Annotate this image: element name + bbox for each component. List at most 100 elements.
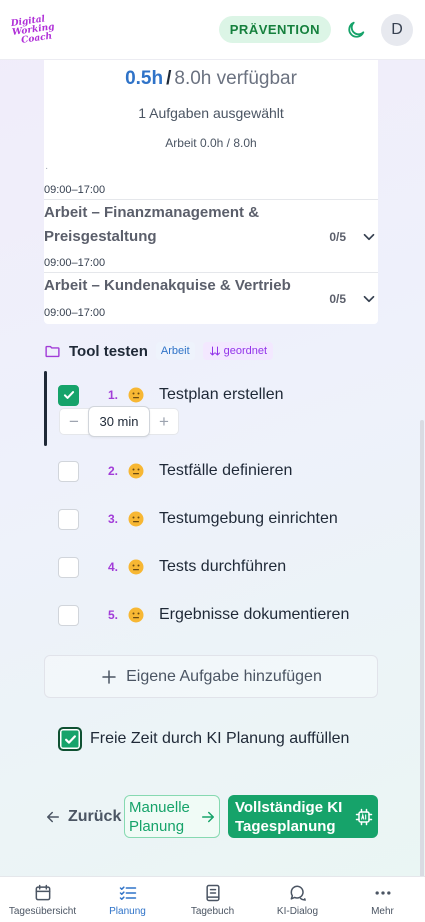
nav-item-ki-dialog[interactable]: KI-Dialog (255, 877, 340, 922)
category-tag: Arbeit (155, 342, 195, 360)
sort-tag[interactable]: geordnet (202, 342, 274, 360)
neutral-face-icon (128, 559, 144, 575)
task-item[interactable]: 4. Tests durchführen (58, 555, 286, 579)
task-label: Ergebnisse dokumentieren (159, 606, 350, 623)
available-hours: 8.0h verfügbar (174, 68, 297, 89)
book-icon (205, 884, 220, 902)
sort-icon (209, 346, 220, 356)
block-time: 09:00–17:00 (44, 184, 106, 196)
hours-separator: / (166, 68, 172, 89)
task-item[interactable]: 3. Testumgebung einrichten (58, 507, 338, 531)
app-header: Digital Working Coach PRÄVENTION D (0, 0, 425, 60)
task-number: 5. (107, 608, 118, 622)
decrement-button[interactable]: − (60, 409, 88, 434)
sort-tag-label: geordnet (223, 345, 268, 357)
nav-label: Planung (109, 906, 146, 917)
nav-item-mehr[interactable]: Mehr (340, 877, 425, 922)
ki-line-2: Tagesplanung (235, 817, 336, 835)
neutral-face-icon (128, 607, 144, 623)
nav-item-tagebuch[interactable]: Tagebuch (170, 877, 255, 922)
fill-free-time-option[interactable]: Freie Zeit durch KI Planung auffüllen (58, 727, 349, 751)
block-time: 09:00–17:00 (44, 307, 106, 319)
task-checkbox[interactable] (58, 384, 79, 406)
chevron-down-icon[interactable] (360, 228, 378, 246)
avatar[interactable]: D (381, 13, 413, 46)
task-number: 1. (107, 388, 118, 402)
divider (44, 272, 378, 273)
bottom-navigation: Tagesübersicht Planung Tagebuch KI-Dialo… (0, 876, 425, 922)
back-label: Zurück (68, 808, 122, 825)
duration-stepper: − 30 min + (59, 406, 179, 437)
task-number: 4. (107, 560, 118, 574)
used-hours: 0.5h (125, 68, 164, 89)
check-icon (63, 391, 74, 399)
task-checkbox[interactable] (58, 604, 79, 626)
manual-planning-button[interactable]: Manuelle Planung (124, 795, 220, 838)
block-count: 0/5 (329, 292, 346, 306)
nav-item-planung[interactable]: Planung (85, 877, 170, 922)
task-checkbox[interactable] (58, 508, 79, 530)
block-count: 0/5 (329, 230, 346, 244)
chevron-down-icon[interactable] (360, 290, 378, 308)
task-checkbox[interactable] (58, 556, 79, 578)
task-item[interactable]: 1. Testplan erstellen (58, 383, 284, 407)
hours-summary: 0.5h/8.0h verfügbar (44, 68, 378, 90)
moon-icon[interactable] (345, 19, 367, 41)
nav-item-tagesuebersicht[interactable]: Tagesübersicht (0, 877, 85, 922)
full-ki-planning-button[interactable]: Vollständige KI Tagesplanung (228, 795, 378, 838)
selected-count: 1 Aufgaben ausgewählt (138, 105, 284, 121)
divider (44, 199, 378, 200)
nav-label: KI-Dialog (276, 906, 319, 917)
neutral-face-icon (128, 511, 144, 527)
active-task-indicator (44, 371, 47, 446)
task-number: 3. (107, 512, 118, 526)
more-icon (375, 891, 390, 895)
manual-line-2: Planung (129, 817, 185, 835)
task-checkbox[interactable] (58, 460, 79, 482)
check-icon (64, 734, 76, 744)
duration-value[interactable]: 30 min (88, 406, 150, 437)
neutral-face-icon (128, 463, 144, 479)
task-label: Testumgebung einrichten (159, 510, 338, 527)
back-button[interactable]: Zurück (44, 806, 121, 828)
folder-icon (45, 345, 60, 357)
project-name: Tool testen (69, 342, 148, 360)
ai-chip-icon (355, 808, 373, 825)
block-title: Arbeit – Kundenakquise & Vertrieb (44, 277, 291, 294)
nav-label: Mehr (371, 906, 394, 917)
ki-planning-label: Vollständige KI Tagesplanung (235, 798, 342, 836)
chat-icon (290, 885, 306, 901)
block-time: 09:00–17:00 (44, 257, 106, 269)
plus-icon (102, 669, 116, 684)
mode-badge[interactable]: PRÄVENTION (218, 16, 331, 43)
block-title: Arbeit – Finanzmanagement & Preisgestalt… (44, 204, 260, 245)
neutral-face-icon (128, 387, 144, 403)
calendar-icon (35, 884, 50, 901)
task-label: Testplan erstellen (159, 386, 284, 403)
fill-free-time-checkbox[interactable] (58, 727, 82, 751)
task-label: Testfälle definieren (159, 462, 293, 479)
arrow-right-icon (202, 811, 214, 822)
task-item[interactable]: 5. Ergebnisse dokumentieren (58, 603, 349, 627)
manual-line-1: Manuelle (129, 798, 190, 816)
manual-planning-label: Manuelle Planung (129, 798, 190, 836)
day-summary-card: 0.5h/8.0h verfügbar 1 Aufgaben ausgewähl… (44, 60, 378, 324)
task-label: Tests durchführen (159, 558, 287, 575)
nav-label: Tagebuch (190, 906, 235, 917)
project-header: Tool testen Arbeit geordnet (44, 340, 274, 362)
fill-free-time-label: Freie Zeit durch KI Planung auffüllen (90, 730, 350, 747)
task-item[interactable]: 2. Testfälle definieren (58, 459, 292, 483)
avatar-initial: D (391, 20, 403, 38)
app-logo[interactable]: Digital Working Coach (9, 5, 59, 55)
work-ratio: Arbeit 0.0h / 8.0h (165, 136, 257, 150)
add-own-task-button[interactable]: Eigene Aufgabe hinzufügen (44, 655, 378, 698)
ki-line-1: Vollständige KI (235, 798, 343, 816)
nav-label: Tagesübersicht (8, 906, 77, 917)
scrollbar[interactable] (419, 60, 425, 920)
add-own-task-label: Eigene Aufgabe hinzufügen (126, 667, 322, 685)
increment-button[interactable]: + (150, 409, 178, 434)
scrollbar-thumb[interactable] (420, 420, 424, 920)
marker-dot: · (45, 163, 49, 174)
checklist-icon (119, 886, 136, 900)
arrow-left-icon (47, 811, 59, 823)
